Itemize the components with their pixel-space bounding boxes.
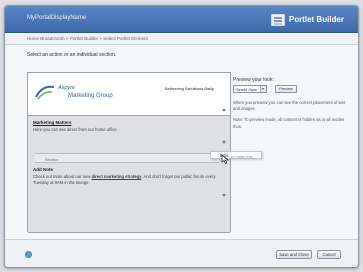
portlet-preview: Aspyre Marketing Group Delivering Soluti…	[27, 72, 231, 233]
chevron-down-icon[interactable]	[260, 86, 266, 92]
note-text-a: Check out more about our new	[33, 174, 92, 179]
strip-label: Section	[45, 157, 59, 162]
section-text-marketing: Here you can see direct from our home of…	[33, 127, 118, 132]
edit-popup[interactable]: Edit to make this	[210, 151, 262, 159]
preview-note-2: Note: To preview mode, all content is hi…	[233, 117, 345, 129]
section-menu-arrow-icon[interactable]	[222, 194, 226, 197]
cancel-button[interactable]: Cancel	[317, 250, 341, 259]
preview-label: Preview your look:	[233, 77, 274, 83]
title-bar: MyPortalDisplayName Portlet Builder	[5, 6, 358, 33]
save-and-close-button[interactable]: Save and Close	[276, 250, 312, 259]
logo-text-secondary: Marketing Group	[68, 93, 113, 99]
section-menu-arrow-icon[interactable]	[222, 141, 226, 144]
logo-swoosh-icon	[35, 85, 55, 100]
preview-panel: Preview your look: Select Style Preview …	[233, 77, 353, 130]
section-text-note: Check out more about our new direct mark…	[33, 174, 220, 186]
preview-note: When you preview you can see the correct…	[233, 100, 346, 112]
section-heading-marketing: Marketing Matters	[33, 120, 72, 125]
preview-controls: Select Style Preview	[233, 85, 353, 93]
style-select[interactable]: Select Style	[233, 85, 267, 93]
portlet-builder-window: MyPortalDisplayName Portlet Builder Home…	[4, 5, 359, 268]
product-branding: Portlet Builder	[270, 12, 344, 27]
product-title: Portlet Builder	[288, 15, 344, 24]
footer-bar: Save and Close Cancel	[5, 239, 358, 267]
section-menu-arrow-icon[interactable]	[222, 109, 226, 112]
mouse-pointer-icon	[221, 154, 229, 164]
direct-marketing-link[interactable]: direct marketing strategy	[91, 174, 141, 179]
content-section[interactable]: Marketing Matters Here you can see direc…	[28, 116, 230, 233]
style-select-value: Select Style	[236, 87, 258, 92]
section-heading-note: Add Note	[33, 167, 53, 172]
app-title: MyPortalDisplayName	[27, 15, 87, 21]
logo-text-primary: Aspyre	[58, 85, 76, 91]
edit-sub-label: to make this	[231, 153, 253, 159]
logo-section[interactable]: Aspyre Marketing Group Delivering Soluti…	[28, 73, 230, 116]
selected-section-strip[interactable]: Section	[35, 153, 219, 163]
portlet-builder-icon	[270, 13, 285, 26]
help-icon[interactable]	[25, 251, 32, 258]
instruction-text: Select an action or an individual sectio…	[27, 52, 117, 58]
logo-slogan: Delivering Solutions Daily	[164, 86, 214, 91]
breadcrumb[interactable]: Home Breadcrumb > Portlet Builder > Sele…	[5, 33, 358, 45]
preview-button[interactable]: Preview	[275, 85, 297, 93]
